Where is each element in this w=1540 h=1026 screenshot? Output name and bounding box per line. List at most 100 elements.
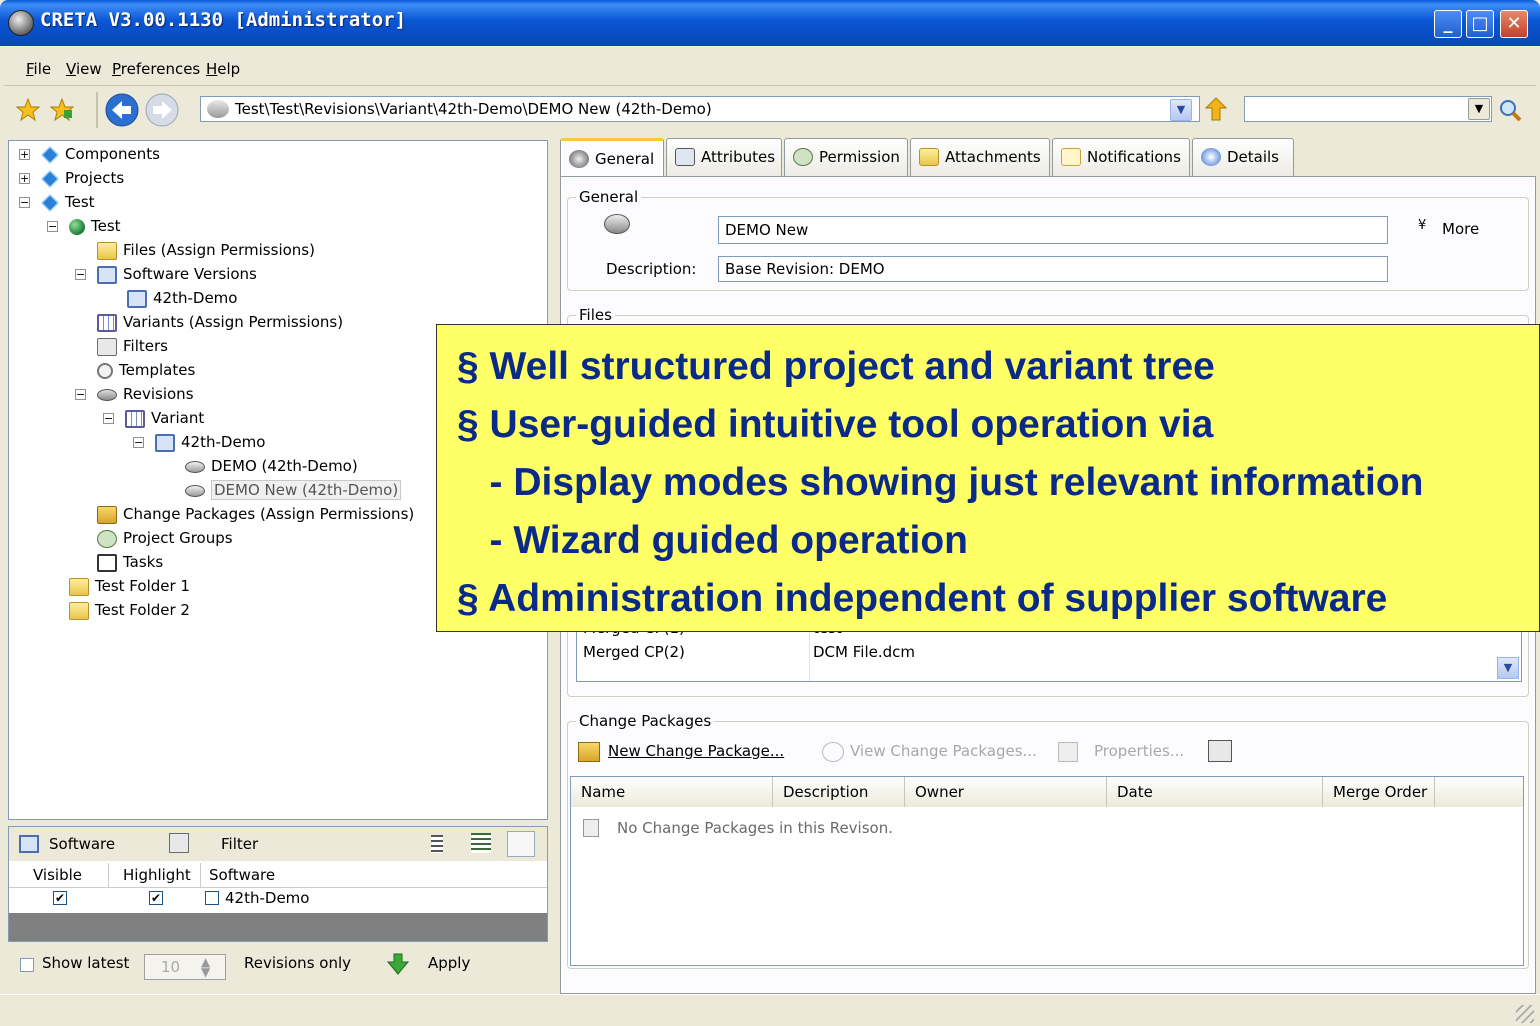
tab-attachments[interactable]: Attachments [910, 138, 1050, 176]
tree-node-test[interactable]: Test [40, 191, 95, 213]
more-button[interactable]: More [1442, 220, 1479, 238]
collapse-software-versions-icon[interactable]: − [75, 269, 86, 280]
view-change-packages-button[interactable]: View Change Packages... [850, 742, 1037, 760]
address-combo[interactable]: Test\Test\Revisions\Variant\42th-Demo\DE… [200, 96, 1200, 122]
menu-file[interactable]: File [26, 60, 51, 78]
tree-node-templates[interactable]: Templates [97, 359, 195, 381]
column-highlight[interactable]: Highlight [109, 863, 201, 887]
expand-components-icon[interactable]: + [19, 149, 30, 160]
back-arrow-icon[interactable] [104, 92, 140, 128]
column-merge-order[interactable]: Merge Order [1323, 777, 1435, 807]
tree-node-files[interactable]: Files (Assign Permissions) [97, 239, 315, 261]
column-date[interactable]: Date [1107, 777, 1323, 807]
software-checkbox[interactable] [205, 891, 219, 905]
column-software[interactable]: Software [201, 863, 547, 887]
scroll-down-icon[interactable]: ▼ [1497, 657, 1519, 679]
tab-permission[interactable]: Permission [784, 138, 908, 176]
expand-projects-icon[interactable]: + [19, 173, 30, 184]
resize-grip-icon[interactable] [1516, 1005, 1534, 1023]
collapse-test-project-icon[interactable]: − [47, 221, 58, 232]
tree-node-components[interactable]: Components [40, 143, 160, 165]
spinner-arrows-icon[interactable]: ▲ ▼ [201, 956, 210, 978]
tree-node-tasks[interactable]: Tasks [97, 551, 163, 573]
title-bar[interactable]: CRETA V3.00.1130 [Administrator] _ □ ✕ [0, 0, 1540, 46]
export-icon[interactable] [1208, 740, 1232, 762]
collapse-variant-icon[interactable]: − [103, 413, 114, 424]
disk-lock-icon [185, 484, 205, 497]
revision-icon [207, 100, 229, 118]
tree-node-demo-new-revision[interactable]: DEMO New (42th-Demo) [185, 479, 402, 501]
tab-details[interactable]: Details [1192, 138, 1294, 176]
tree-node-change-packages[interactable]: Change Packages (Assign Permissions) [97, 503, 414, 525]
tree-node-variant[interactable]: Variant [125, 407, 204, 429]
description-field[interactable]: Base Revision: DEMO [718, 256, 1388, 282]
column-description[interactable]: Description [773, 777, 905, 807]
highlight-checkbox[interactable]: ✔ [149, 891, 163, 905]
diamond-icon [40, 145, 60, 164]
tree-node-demo-revision[interactable]: DEMO (42th-Demo) [185, 455, 358, 477]
close-button[interactable]: ✕ [1500, 10, 1528, 38]
visible-checkbox[interactable]: ✔ [53, 891, 67, 905]
minimize-button[interactable]: _ [1434, 10, 1462, 38]
attributes-icon [675, 148, 695, 166]
new-package-icon [578, 742, 600, 762]
tree-node-test-folder-2[interactable]: Test Folder 2 [69, 599, 190, 621]
tree-node-project-groups[interactable]: Project Groups [97, 527, 233, 549]
toolbar-separator [96, 92, 98, 128]
tree-node-software-42th-demo[interactable]: 42th-Demo [127, 287, 237, 309]
hierarchy-view-icon[interactable] [507, 831, 535, 857]
search-icon[interactable] [1498, 98, 1522, 122]
disk-lock-icon [604, 214, 630, 234]
forward-arrow-icon[interactable] [144, 92, 180, 128]
add-favorite-icon[interactable] [50, 98, 74, 122]
tree-node-test-folder-1[interactable]: Test Folder 1 [69, 575, 190, 597]
new-change-package-button[interactable]: New Change Package... [608, 742, 784, 760]
column-owner[interactable]: Owner [905, 777, 1107, 807]
tab-attributes[interactable]: Attributes [666, 138, 782, 176]
status-bar [0, 994, 1540, 1026]
list-view-icon[interactable] [431, 835, 443, 853]
properties-button[interactable]: Properties... [1094, 742, 1184, 760]
column-name[interactable]: Name [571, 777, 773, 807]
overlay-line-4: - Wizard guided operation [457, 519, 968, 562]
revision-name-field[interactable]: DEMO New [718, 216, 1388, 244]
change-packages-list[interactable]: Name Description Owner Date Merge Order … [570, 776, 1524, 966]
software-name: 42th-Demo [225, 889, 310, 907]
tree-node-test-project[interactable]: Test [69, 215, 121, 237]
show-latest-checkbox[interactable] [20, 958, 34, 972]
collapse-revisions-icon[interactable]: − [75, 389, 86, 400]
menu-preferences[interactable]: Preferences [112, 60, 200, 78]
tree-node-software-versions[interactable]: Software Versions [97, 263, 257, 285]
latest-count-spinner[interactable]: 10 ▲ ▼ [144, 954, 226, 980]
search-combo[interactable]: ▼ [1244, 96, 1492, 122]
tree-node-filters[interactable]: Filters [97, 335, 168, 357]
maximize-button[interactable]: □ [1466, 10, 1494, 38]
tab-software[interactable]: Software [49, 835, 115, 853]
menu-view[interactable]: View [66, 60, 102, 78]
tab-filter[interactable]: Filter [221, 835, 258, 853]
collapse-42th-demo-icon[interactable]: − [133, 437, 144, 448]
tree-node-variant-42th-demo[interactable]: 42th-Demo [155, 431, 265, 453]
column-filler [1435, 777, 1523, 807]
file-value: DCM File.dcm [813, 643, 915, 661]
folder-open-icon [69, 577, 89, 596]
go-up-icon[interactable] [1204, 96, 1228, 122]
show-latest-label: Show latest [42, 954, 130, 972]
column-visible[interactable]: Visible [9, 863, 109, 887]
menu-help[interactable]: Help [206, 60, 240, 78]
double-chevron-down-icon[interactable]: ¥ [1418, 218, 1426, 233]
search-dropdown-icon[interactable]: ▼ [1468, 98, 1490, 120]
collapse-test-icon[interactable]: − [19, 197, 30, 208]
tree-node-projects[interactable]: Projects [40, 167, 124, 189]
apply-button[interactable]: Apply [428, 954, 470, 972]
tab-general[interactable]: General [560, 138, 664, 176]
tree-view-icon[interactable] [471, 833, 491, 853]
chevron-down-icon[interactable]: ▼ [1170, 99, 1192, 121]
file-name: Merged CP(2) [583, 643, 685, 661]
favorites-star-icon[interactable] [16, 98, 40, 122]
grid-divider [9, 887, 547, 888]
tab-notifications[interactable]: Notifications [1052, 138, 1190, 176]
list-item[interactable]: Merged CP(2) DCM File.dcm [577, 641, 1521, 665]
tree-node-revisions[interactable]: Revisions [97, 383, 194, 405]
tree-node-variants[interactable]: Variants (Assign Permissions) [97, 311, 343, 333]
